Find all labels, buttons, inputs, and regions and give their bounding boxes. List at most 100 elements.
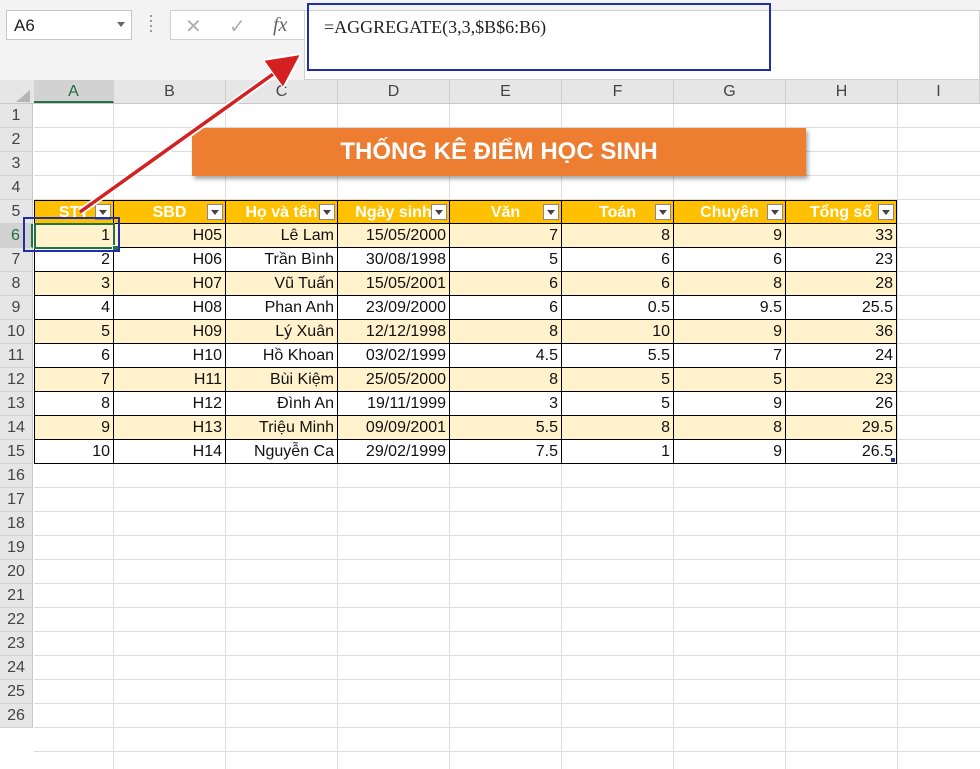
- cancel-icon[interactable]: ✕: [185, 14, 202, 38]
- cell-name[interactable]: Hồ Khoan: [226, 344, 338, 368]
- cell-name[interactable]: Bùi Kiệm: [226, 368, 338, 392]
- cell-stt[interactable]: 4: [34, 296, 114, 320]
- cell-van[interactable]: 8: [450, 320, 562, 344]
- cell-sbd[interactable]: H11: [114, 368, 226, 392]
- cell-chuyen[interactable]: 5: [674, 368, 786, 392]
- row-header-2[interactable]: 2: [0, 128, 33, 152]
- filter-dropdown-icon[interactable]: [767, 204, 783, 220]
- cell-tong[interactable]: 28: [786, 272, 897, 296]
- filter-dropdown-icon[interactable]: [878, 204, 894, 220]
- cell-sbd[interactable]: H13: [114, 416, 226, 440]
- cell-van[interactable]: 5.5: [450, 416, 562, 440]
- cell-toan[interactable]: 8: [562, 416, 674, 440]
- row-header-18[interactable]: 18: [0, 512, 33, 536]
- cell-toan[interactable]: 5: [562, 392, 674, 416]
- cell-chuyen[interactable]: 9.5: [674, 296, 786, 320]
- row-header-19[interactable]: 19: [0, 536, 33, 560]
- cell-tong[interactable]: 24: [786, 344, 897, 368]
- row-header-4[interactable]: 4: [0, 176, 33, 200]
- cell-dob[interactable]: 23/09/2000: [338, 296, 450, 320]
- cell-tong[interactable]: 36: [786, 320, 897, 344]
- filter-dropdown-icon[interactable]: [431, 204, 447, 220]
- cell-toan[interactable]: 5: [562, 368, 674, 392]
- row-header-11[interactable]: 11: [0, 344, 33, 368]
- cell-chuyen[interactable]: 9: [674, 440, 786, 464]
- row-header-1[interactable]: 1: [0, 104, 33, 128]
- cell-toan[interactable]: 10: [562, 320, 674, 344]
- cell-van[interactable]: 7: [450, 224, 562, 248]
- row-header-17[interactable]: 17: [0, 488, 33, 512]
- insert-function-icon[interactable]: fx: [273, 14, 287, 37]
- cell-toan[interactable]: 0.5: [562, 296, 674, 320]
- column-header-h[interactable]: H: [786, 80, 898, 103]
- cell-tong[interactable]: 29.5: [786, 416, 897, 440]
- cell-tong[interactable]: 26: [786, 392, 897, 416]
- cell-name[interactable]: Lý Xuân: [226, 320, 338, 344]
- cell-name[interactable]: Vũ Tuấn: [226, 272, 338, 296]
- row-header-24[interactable]: 24: [0, 656, 33, 680]
- cell-stt[interactable]: 7: [34, 368, 114, 392]
- filter-dropdown-icon[interactable]: [319, 204, 335, 220]
- cell-name[interactable]: Lê Lam: [226, 224, 338, 248]
- row-header-21[interactable]: 21: [0, 584, 33, 608]
- column-header-b[interactable]: B: [114, 80, 226, 103]
- cell-van[interactable]: 6: [450, 272, 562, 296]
- row-header-26[interactable]: 26: [0, 704, 33, 728]
- cell-sbd[interactable]: H06: [114, 248, 226, 272]
- cell-dob[interactable]: 15/05/2001: [338, 272, 450, 296]
- cell-chuyen[interactable]: 9: [674, 392, 786, 416]
- cell-dob[interactable]: 09/09/2001: [338, 416, 450, 440]
- filter-dropdown-icon[interactable]: [655, 204, 671, 220]
- cell-chuyen[interactable]: 8: [674, 416, 786, 440]
- cell-van[interactable]: 5: [450, 248, 562, 272]
- enter-icon[interactable]: ✓: [229, 14, 246, 38]
- cell-toan[interactable]: 6: [562, 272, 674, 296]
- column-header-e[interactable]: E: [450, 80, 562, 103]
- cell-toan[interactable]: 6: [562, 248, 674, 272]
- column-header-d[interactable]: D: [338, 80, 450, 103]
- cell-dob[interactable]: 30/08/1998: [338, 248, 450, 272]
- filter-dropdown-icon[interactable]: [207, 204, 223, 220]
- cell-stt[interactable]: 5: [34, 320, 114, 344]
- cell-toan[interactable]: 5.5: [562, 344, 674, 368]
- select-all-icon[interactable]: [16, 90, 30, 102]
- cell-sbd[interactable]: H07: [114, 272, 226, 296]
- cell-tong[interactable]: 23: [786, 368, 897, 392]
- cell-tong[interactable]: 23: [786, 248, 897, 272]
- row-header-12[interactable]: 12: [0, 368, 33, 392]
- column-header-i[interactable]: I: [898, 80, 980, 103]
- cell-chuyen[interactable]: 9: [674, 224, 786, 248]
- row-header-14[interactable]: 14: [0, 416, 33, 440]
- cell-dob[interactable]: 25/05/2000: [338, 368, 450, 392]
- cell-stt[interactable]: 9: [34, 416, 114, 440]
- cell-sbd[interactable]: H10: [114, 344, 226, 368]
- splitter-dots-icon[interactable]: [150, 15, 153, 35]
- cell-name[interactable]: Phan Anh: [226, 296, 338, 320]
- cell-sbd[interactable]: H05: [114, 224, 226, 248]
- cell-sbd[interactable]: H08: [114, 296, 226, 320]
- filter-dropdown-icon[interactable]: [543, 204, 559, 220]
- cell-name[interactable]: Triệu Minh: [226, 416, 338, 440]
- name-box[interactable]: A6: [6, 10, 132, 40]
- cell-stt[interactable]: 10: [34, 440, 114, 464]
- column-header-f[interactable]: F: [562, 80, 674, 103]
- row-header-20[interactable]: 20: [0, 560, 33, 584]
- cell-chuyen[interactable]: 7: [674, 344, 786, 368]
- row-header-10[interactable]: 10: [0, 320, 33, 344]
- cell-stt[interactable]: 6: [34, 344, 114, 368]
- cell-van[interactable]: 8: [450, 368, 562, 392]
- cell-toan[interactable]: 1: [562, 440, 674, 464]
- row-header-13[interactable]: 13: [0, 392, 33, 416]
- cell-dob[interactable]: 15/05/2000: [338, 224, 450, 248]
- cell-name[interactable]: Trần Bình: [226, 248, 338, 272]
- cell-tong[interactable]: 26.5: [786, 440, 897, 464]
- row-header-15[interactable]: 15: [0, 440, 33, 464]
- row-header-9[interactable]: 9: [0, 296, 33, 320]
- cell-dob[interactable]: 29/02/1999: [338, 440, 450, 464]
- cell-chuyen[interactable]: 6: [674, 248, 786, 272]
- cell-chuyen[interactable]: 9: [674, 320, 786, 344]
- cell-stt[interactable]: 8: [34, 392, 114, 416]
- cell-sbd[interactable]: H12: [114, 392, 226, 416]
- cell-van[interactable]: 7.5: [450, 440, 562, 464]
- column-header-a[interactable]: A: [34, 80, 114, 103]
